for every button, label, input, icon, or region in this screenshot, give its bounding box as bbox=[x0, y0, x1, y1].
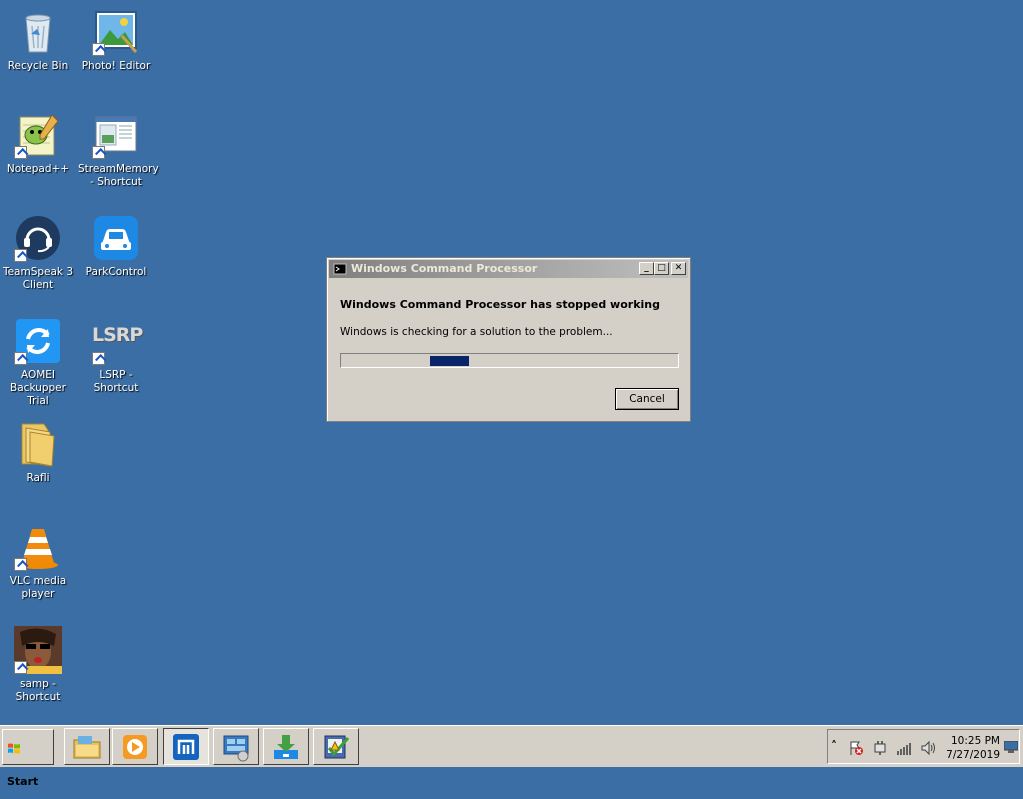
shortcut-arrow-icon bbox=[14, 558, 27, 571]
start-label: Start bbox=[7, 775, 39, 788]
error-dialog: Windows Command Processor _ □ ✕ Windows … bbox=[326, 257, 691, 422]
shortcut-arrow-icon bbox=[14, 661, 27, 674]
maximize-button[interactable]: □ bbox=[654, 262, 669, 275]
cancel-button[interactable]: Cancel bbox=[615, 388, 679, 410]
taskbar-task-checker[interactable] bbox=[313, 728, 359, 765]
icon-label: Recycle Bin bbox=[7, 60, 69, 72]
dialog-heading: Windows Command Processor has stopped wo… bbox=[340, 298, 660, 311]
show-desktop-icon[interactable] bbox=[1004, 741, 1018, 753]
desktop-icon-rafli-folder[interactable]: Rafli bbox=[0, 414, 76, 485]
desktop-icon-streammemory[interactable]: StreamMemory - Shortcut bbox=[78, 105, 159, 189]
icon-label: AOMEI Backupper Trial bbox=[10, 369, 66, 407]
photo-editor-icon bbox=[92, 8, 140, 56]
system-tray: ˄ 10:25 PM 7/27/2019 bbox=[827, 729, 1020, 764]
taskbar-control-panel[interactable] bbox=[213, 728, 259, 765]
shortcut-arrow-icon bbox=[14, 352, 27, 365]
volume-speaker-icon[interactable] bbox=[920, 740, 936, 756]
icon-label: Rafli bbox=[26, 472, 50, 484]
desktop-icon-notepad-plus-plus[interactable]: Notepad++ bbox=[0, 105, 76, 176]
desktop-icon-photo-editor[interactable]: Photo! Editor bbox=[78, 2, 154, 73]
clock-date: 7/27/2019 bbox=[946, 749, 1000, 761]
icon-label: VLC media player bbox=[9, 575, 67, 600]
action-center-flag-icon[interactable] bbox=[848, 740, 864, 756]
shortcut-arrow-icon bbox=[92, 352, 105, 365]
shortcut-arrow-icon bbox=[92, 43, 105, 56]
taskbar-media-player[interactable] bbox=[112, 728, 158, 765]
start-button[interactable]: Start bbox=[2, 729, 54, 788]
dialog-titlebar[interactable]: Windows Command Processor _ □ ✕ bbox=[329, 260, 688, 278]
media-player-icon bbox=[123, 735, 147, 759]
progress-bar bbox=[340, 353, 679, 368]
desktop-icon-teamspeak[interactable]: TeamSpeak 3 Client bbox=[0, 208, 76, 292]
cmd-app-icon bbox=[333, 263, 347, 275]
desktop-icon-samp[interactable]: samp - Shortcut bbox=[0, 620, 76, 704]
lsrp-logo-icon: LSRP bbox=[92, 317, 143, 365]
desktop-icon-lsrp[interactable]: LSRP LSRP - Shortcut bbox=[78, 311, 154, 395]
icon-label: LSRP - Shortcut bbox=[93, 369, 139, 394]
taskbar-file-explorer[interactable] bbox=[64, 728, 110, 765]
desktop-icon-recycle-bin[interactable]: Recycle Bin bbox=[0, 2, 76, 73]
close-button[interactable]: ✕ bbox=[671, 262, 686, 275]
icon-label: Photo! Editor bbox=[81, 60, 151, 72]
parkcontrol-icon bbox=[92, 214, 140, 262]
tray-expand-button[interactable]: ˄ bbox=[831, 739, 837, 753]
teamspeak-icon bbox=[14, 214, 62, 262]
taskbar-download-manager[interactable] bbox=[263, 728, 309, 765]
clock-time: 10:25 PM bbox=[951, 735, 1000, 747]
clock[interactable]: 10:25 PM 7/27/2019 bbox=[940, 734, 1000, 762]
windows-flag-icon bbox=[8, 743, 20, 754]
streammemory-icon bbox=[92, 111, 140, 159]
shortcut-arrow-icon bbox=[14, 146, 27, 159]
icon-label: Notepad++ bbox=[6, 163, 70, 175]
icon-label: StreamMemory - Shortcut bbox=[78, 163, 159, 188]
task-checker-icon bbox=[324, 735, 350, 759]
samp-icon bbox=[14, 626, 62, 674]
file-explorer-icon bbox=[73, 736, 101, 759]
icon-label: TeamSpeak 3 Client bbox=[2, 266, 74, 291]
shortcut-arrow-icon bbox=[14, 249, 27, 262]
desktop-icon-vlc[interactable]: VLC media player bbox=[0, 517, 76, 601]
folder-icon bbox=[14, 420, 62, 468]
desktop-icon-aomei-backupper[interactable]: AOMEI Backupper Trial bbox=[0, 311, 76, 408]
control-panel-icon bbox=[223, 735, 249, 762]
icon-label: samp - Shortcut bbox=[15, 678, 61, 703]
taskbar-maxthon-browser[interactable] bbox=[163, 728, 209, 765]
power-plug-icon[interactable] bbox=[872, 740, 888, 756]
recycle-bin-icon bbox=[14, 8, 62, 56]
dialog-message: Windows is checking for a solution to th… bbox=[340, 326, 613, 338]
taskbar: Start ˄ 10:25 PM 7/27/2019 bbox=[0, 725, 1023, 788]
network-signal-icon[interactable] bbox=[896, 740, 912, 756]
maxthon-browser-icon bbox=[173, 734, 199, 760]
vlc-cone-icon bbox=[14, 523, 62, 571]
download-manager-icon bbox=[274, 735, 298, 759]
desktop-icon-parkcontrol[interactable]: ParkControl bbox=[78, 208, 154, 279]
progress-marquee-chunk bbox=[430, 356, 469, 366]
notepad-plus-plus-icon bbox=[14, 111, 62, 159]
minimize-button[interactable]: _ bbox=[639, 262, 654, 275]
shortcut-arrow-icon bbox=[92, 146, 105, 159]
dialog-title: Windows Command Processor bbox=[351, 262, 538, 275]
icon-label: ParkControl bbox=[85, 266, 147, 278]
aomei-backupper-icon bbox=[14, 317, 62, 365]
lsrp-logo-text: LSRP bbox=[92, 324, 143, 346]
